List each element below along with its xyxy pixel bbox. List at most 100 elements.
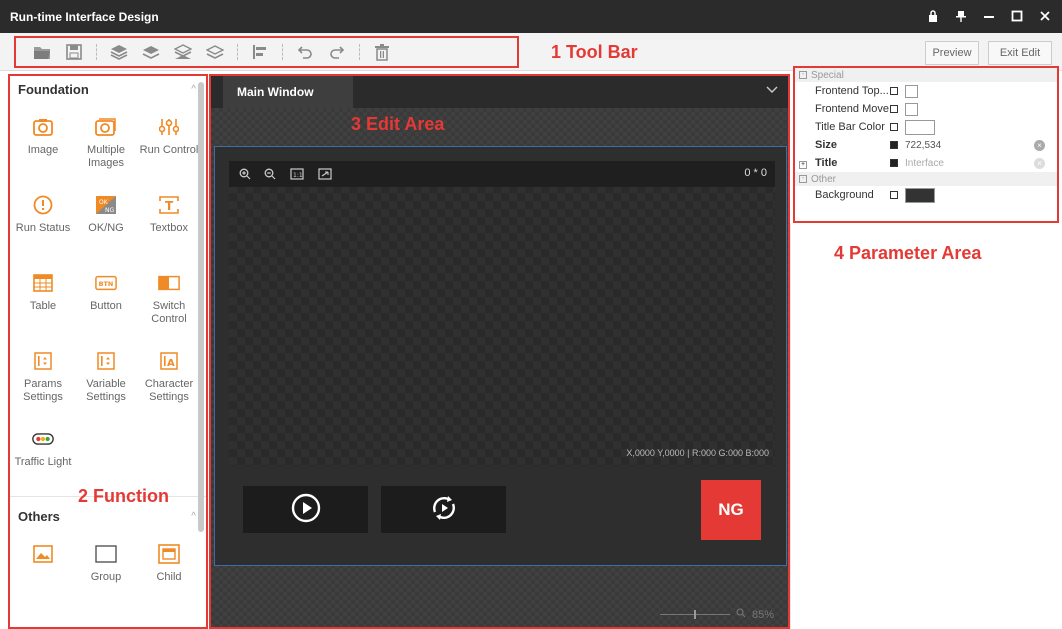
param-row-background: Background	[795, 186, 1057, 204]
function-item-button[interactable]: BTN Button	[76, 258, 136, 336]
preview-button[interactable]: Preview	[925, 41, 979, 65]
param-name: Frontend Move	[815, 103, 889, 115]
title-bar: Run-time Interface Design	[0, 0, 1062, 33]
chevron-up-icon[interactable]: ^	[191, 84, 196, 95]
size-value[interactable]: 722,534	[905, 140, 941, 151]
tab-main-window[interactable]: Main Window	[223, 76, 353, 108]
toolbar-separator	[96, 44, 97, 60]
zoom-in-icon[interactable]	[237, 166, 253, 182]
ok-ng-icon: OK NG	[95, 194, 117, 216]
zoom-slider[interactable]	[659, 610, 730, 619]
zoom-control[interactable]: 85%	[659, 608, 774, 621]
run-status-icon	[32, 194, 54, 216]
viewer-toolbar: 1:1 0 * 0	[229, 161, 775, 187]
function-item-group[interactable]: Group	[76, 529, 136, 607]
collapse-icon[interactable]: -	[799, 175, 807, 183]
chevron-down-icon[interactable]	[766, 85, 778, 97]
lock-icon[interactable]	[926, 7, 940, 25]
save-icon[interactable]	[58, 39, 90, 65]
function-item-switch-control[interactable]: Switch Control	[139, 258, 199, 336]
play-icon	[291, 493, 321, 526]
main-window-canvas[interactable]: 1:1 0 * 0 X,0000 Y,0000 | R:000 G:000 B:…	[214, 146, 787, 566]
switch-icon	[158, 272, 180, 294]
function-item-textbox[interactable]: T Textbox	[139, 180, 199, 258]
collapse-icon[interactable]: -	[799, 71, 807, 79]
frontend-move-checkbox[interactable]	[905, 102, 918, 116]
actual-size-icon[interactable]: 1:1	[289, 166, 305, 182]
fit-window-icon[interactable]	[317, 166, 333, 182]
function-item-character-settings[interactable]: A Character Settings	[139, 336, 199, 414]
binding-pin-icon[interactable]	[890, 191, 898, 199]
zoom-search-icon	[736, 608, 746, 621]
binding-pin-icon[interactable]	[890, 87, 898, 95]
delete-icon[interactable]	[366, 39, 398, 65]
parameter-panel-body	[790, 223, 1062, 629]
zoom-level: 85%	[751, 608, 774, 621]
function-item-image[interactable]: Image	[13, 102, 73, 180]
param-group-special[interactable]: - Special	[795, 68, 1057, 82]
variable-icon	[95, 350, 117, 372]
param-name: Size	[815, 139, 838, 151]
title-value[interactable]: Interface	[905, 158, 944, 169]
exit-edit-button[interactable]: Exit Edit	[988, 41, 1052, 65]
function-item-label: Run Status	[15, 222, 71, 234]
chevron-up-icon[interactable]: ^	[191, 511, 196, 522]
expand-icon[interactable]: +	[799, 161, 807, 169]
tool-bar	[14, 36, 519, 68]
svg-text:NG: NG	[105, 207, 114, 214]
function-item-run-control[interactable]: Run Control	[139, 102, 199, 180]
binding-pin-icon[interactable]	[890, 123, 898, 131]
layer-down-icon[interactable]	[167, 39, 199, 65]
function-item-child[interactable]: Child	[139, 529, 199, 607]
continuous-run-icon	[429, 493, 459, 526]
foundation-section-header[interactable]: Foundation ^	[10, 76, 206, 102]
run-continuous-button[interactable]	[381, 486, 506, 533]
function-item-run-status[interactable]: Run Status	[13, 180, 73, 258]
function-item-label: Button	[90, 300, 122, 312]
function-item-ok-ng[interactable]: OK NG OK/NG	[76, 180, 136, 258]
open-folder-icon[interactable]	[26, 39, 58, 65]
undo-icon[interactable]	[289, 39, 321, 65]
binding-pin-icon[interactable]	[890, 159, 898, 167]
params-icon	[32, 350, 54, 372]
parameter-area-annotation: 4 Parameter Area	[834, 243, 982, 263]
panel-scrollbar[interactable]	[198, 82, 204, 532]
minimize-icon[interactable]	[982, 7, 996, 25]
layer-up-icon[interactable]	[135, 39, 167, 65]
align-icon[interactable]	[244, 39, 276, 65]
function-item-variable-settings[interactable]: Variable Settings	[76, 336, 136, 414]
function-item-traffic-light[interactable]: Traffic Light	[13, 414, 73, 492]
layer-top-icon[interactable]	[103, 39, 135, 65]
toolbar-separator	[359, 44, 360, 60]
binding-pin-icon[interactable]	[890, 141, 898, 149]
binding-pin-icon[interactable]	[890, 105, 898, 113]
image-viewer[interactable]: 1:1 0 * 0 X,0000 Y,0000 | R:000 G:000 B:…	[229, 161, 775, 466]
run-once-button[interactable]	[243, 486, 368, 533]
zoom-out-icon[interactable]	[262, 166, 278, 182]
function-item-multiple-images[interactable]: Multiple Images	[76, 102, 136, 180]
window-controls	[926, 7, 1052, 25]
svg-text:OK: OK	[99, 199, 109, 206]
ng-indicator[interactable]: NG	[701, 480, 761, 540]
pin-icon[interactable]	[954, 7, 968, 25]
function-item-label: Image	[27, 144, 59, 156]
redo-icon[interactable]	[321, 39, 353, 65]
frontend-top-checkbox[interactable]	[905, 84, 918, 98]
close-icon[interactable]	[1038, 7, 1052, 25]
function-item-table[interactable]: Table	[13, 258, 73, 336]
function-item-picture[interactable]	[13, 529, 73, 607]
background-color-swatch[interactable]	[905, 187, 935, 203]
layer-bottom-icon[interactable]	[199, 39, 231, 65]
maximize-icon[interactable]	[1010, 7, 1024, 25]
clear-icon[interactable]: ×	[1034, 139, 1045, 151]
clear-icon[interactable]: ×	[1034, 157, 1045, 169]
param-row-title: + Title Interface ×	[795, 154, 1057, 172]
param-group-other[interactable]: - Other	[795, 172, 1057, 186]
function-item-label: Textbox	[150, 222, 188, 234]
title-bar-color-swatch[interactable]	[905, 119, 935, 135]
parameter-area: - Special Frontend Top... Frontend Move …	[793, 66, 1059, 223]
param-row-size: Size 722,534 ×	[795, 136, 1057, 154]
svg-text:T: T	[165, 199, 174, 213]
param-name-text: Title	[815, 157, 838, 169]
function-item-params-settings[interactable]: Params Settings	[13, 336, 73, 414]
